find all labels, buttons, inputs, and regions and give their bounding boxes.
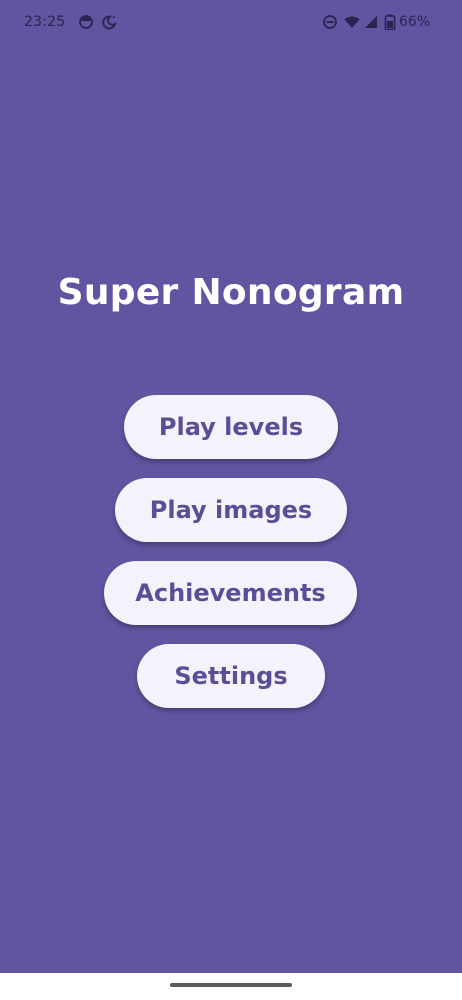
status-time: 23:25 [24, 14, 66, 30]
achievements-button[interactable]: Achievements [104, 561, 357, 625]
do-not-disturb-moon-icon [102, 15, 117, 30]
wifi-icon [344, 16, 360, 28]
home-indicator[interactable] [170, 983, 292, 987]
app-title: Super Nonogram [57, 272, 405, 313]
settings-button[interactable]: Settings [137, 644, 325, 708]
dnd-minus-icon [323, 15, 337, 29]
main-screen: 23:25 66% Super Nonogram Play levels Pla… [0, 0, 462, 973]
signal-icon [365, 16, 377, 28]
status-bar: 23:25 66% [0, 0, 462, 46]
play-levels-button[interactable]: Play levels [124, 395, 338, 459]
play-images-button[interactable]: Play images [115, 478, 347, 542]
battery-percentage: 66% [399, 14, 431, 30]
battery-icon [384, 14, 396, 30]
navigation-bar [0, 973, 462, 1000]
app-notification-icon [79, 15, 93, 29]
